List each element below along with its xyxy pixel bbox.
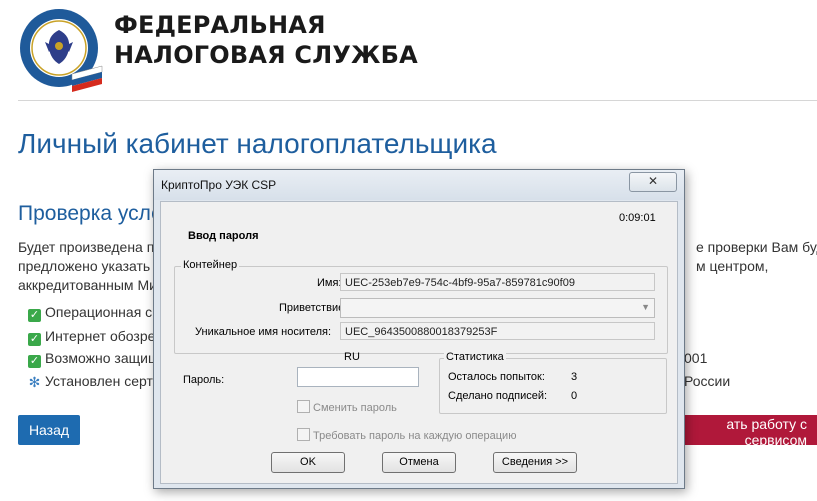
section-title: Проверка услов bbox=[18, 202, 174, 225]
fns-emblem-icon bbox=[20, 9, 103, 92]
intro-line: аккредитованным Мин bbox=[18, 277, 153, 293]
header-divider bbox=[18, 100, 817, 101]
container-group-title: Контейнер bbox=[181, 259, 240, 271]
stats-group: Статистика Осталось попыток: 3 Сделано п… bbox=[439, 351, 667, 414]
intro-line: Будет произведена про bbox=[18, 239, 153, 255]
org-name: ФЕДЕРАЛЬНАЯ НАЛОГОВАЯ СЛУЖБА bbox=[114, 10, 418, 70]
attempts-label: Осталось попыток: bbox=[448, 371, 545, 383]
green-check-icon: ✓ bbox=[28, 309, 41, 322]
org-name-line2: НАЛОГОВАЯ СЛУЖБА bbox=[114, 41, 418, 69]
intro-line: предложено указать (вь bbox=[18, 258, 153, 274]
dialog-body: 0:09:01 Ввод пароля Контейнер Имя: UEC-2… bbox=[160, 201, 678, 484]
page-title: Личный кабинет налогоплательщика bbox=[18, 128, 497, 159]
start-service-button[interactable]: ать работу с сервисом bbox=[676, 415, 817, 448]
signatures-label: Сделано подписей: bbox=[448, 390, 548, 402]
close-icon[interactable]: ✕ bbox=[629, 172, 677, 192]
dialog-titlebar[interactable]: КриптоПро УЭК CSP ✕ bbox=[154, 170, 684, 200]
dialog-heading: Ввод пароля bbox=[188, 230, 259, 242]
details-button[interactable]: Сведения >> bbox=[493, 452, 577, 473]
carrier-label: Уникальное имя носителя: bbox=[195, 326, 332, 338]
list-item: ✻ Установлен сертиф bbox=[28, 373, 173, 390]
attempts-value: 3 bbox=[571, 371, 578, 383]
org-name-line1: ФЕДЕРАЛЬНАЯ bbox=[114, 11, 326, 39]
cancel-button[interactable]: Отмена bbox=[382, 452, 456, 473]
spinner-icon: ✻ bbox=[28, 374, 41, 390]
intro-line: е проверки Вам будет bbox=[696, 239, 817, 255]
container-group: Контейнер Имя: UEC-253eb7e9-754c-4bf9-95… bbox=[174, 259, 668, 354]
green-check-icon: ✓ bbox=[28, 355, 41, 368]
check-tail: России bbox=[684, 373, 731, 389]
greeting-label: Приветствие: bbox=[279, 302, 348, 314]
require-password-checkbox[interactable]: Требовать пароль на каждую операцию bbox=[297, 428, 516, 442]
list-item: ✓ Операционная сист bbox=[28, 304, 174, 322]
name-field: UEC-253eb7e9-754c-4bf9-95a7-859781c90f09 bbox=[340, 273, 655, 291]
password-input[interactable] bbox=[297, 367, 419, 387]
list-item: ✓ Интернет обозрева bbox=[28, 328, 171, 346]
ok-button[interactable]: OK bbox=[271, 452, 345, 473]
password-label: Пароль: bbox=[183, 374, 225, 386]
green-check-icon: ✓ bbox=[28, 333, 41, 346]
list-item: ✓ Возможно защище bbox=[28, 350, 168, 368]
checkbox-box bbox=[297, 400, 310, 413]
dialog-title: КриптоПро УЭК CSP bbox=[161, 178, 277, 192]
stats-group-title: Статистика bbox=[444, 351, 506, 363]
keyboard-layout: RU bbox=[344, 351, 360, 363]
check-tail: 001 bbox=[684, 350, 708, 366]
password-dialog: КриптоПро УЭК CSP ✕ 0:09:01 Ввод пароля … bbox=[153, 169, 685, 489]
intro-line: м центром, bbox=[696, 258, 769, 274]
carrier-field: UEC_9643500880018379253F bbox=[340, 322, 655, 340]
name-label: Имя: bbox=[317, 277, 342, 289]
checkbox-box bbox=[297, 428, 310, 441]
back-button[interactable]: Назад bbox=[18, 415, 80, 445]
chevron-down-icon: ▼ bbox=[641, 302, 650, 312]
change-password-checkbox[interactable]: Сменить пароль bbox=[297, 400, 397, 414]
greeting-select[interactable]: ▼ bbox=[340, 298, 655, 318]
signatures-value: 0 bbox=[571, 390, 578, 402]
timer: 0:09:01 bbox=[619, 212, 656, 224]
